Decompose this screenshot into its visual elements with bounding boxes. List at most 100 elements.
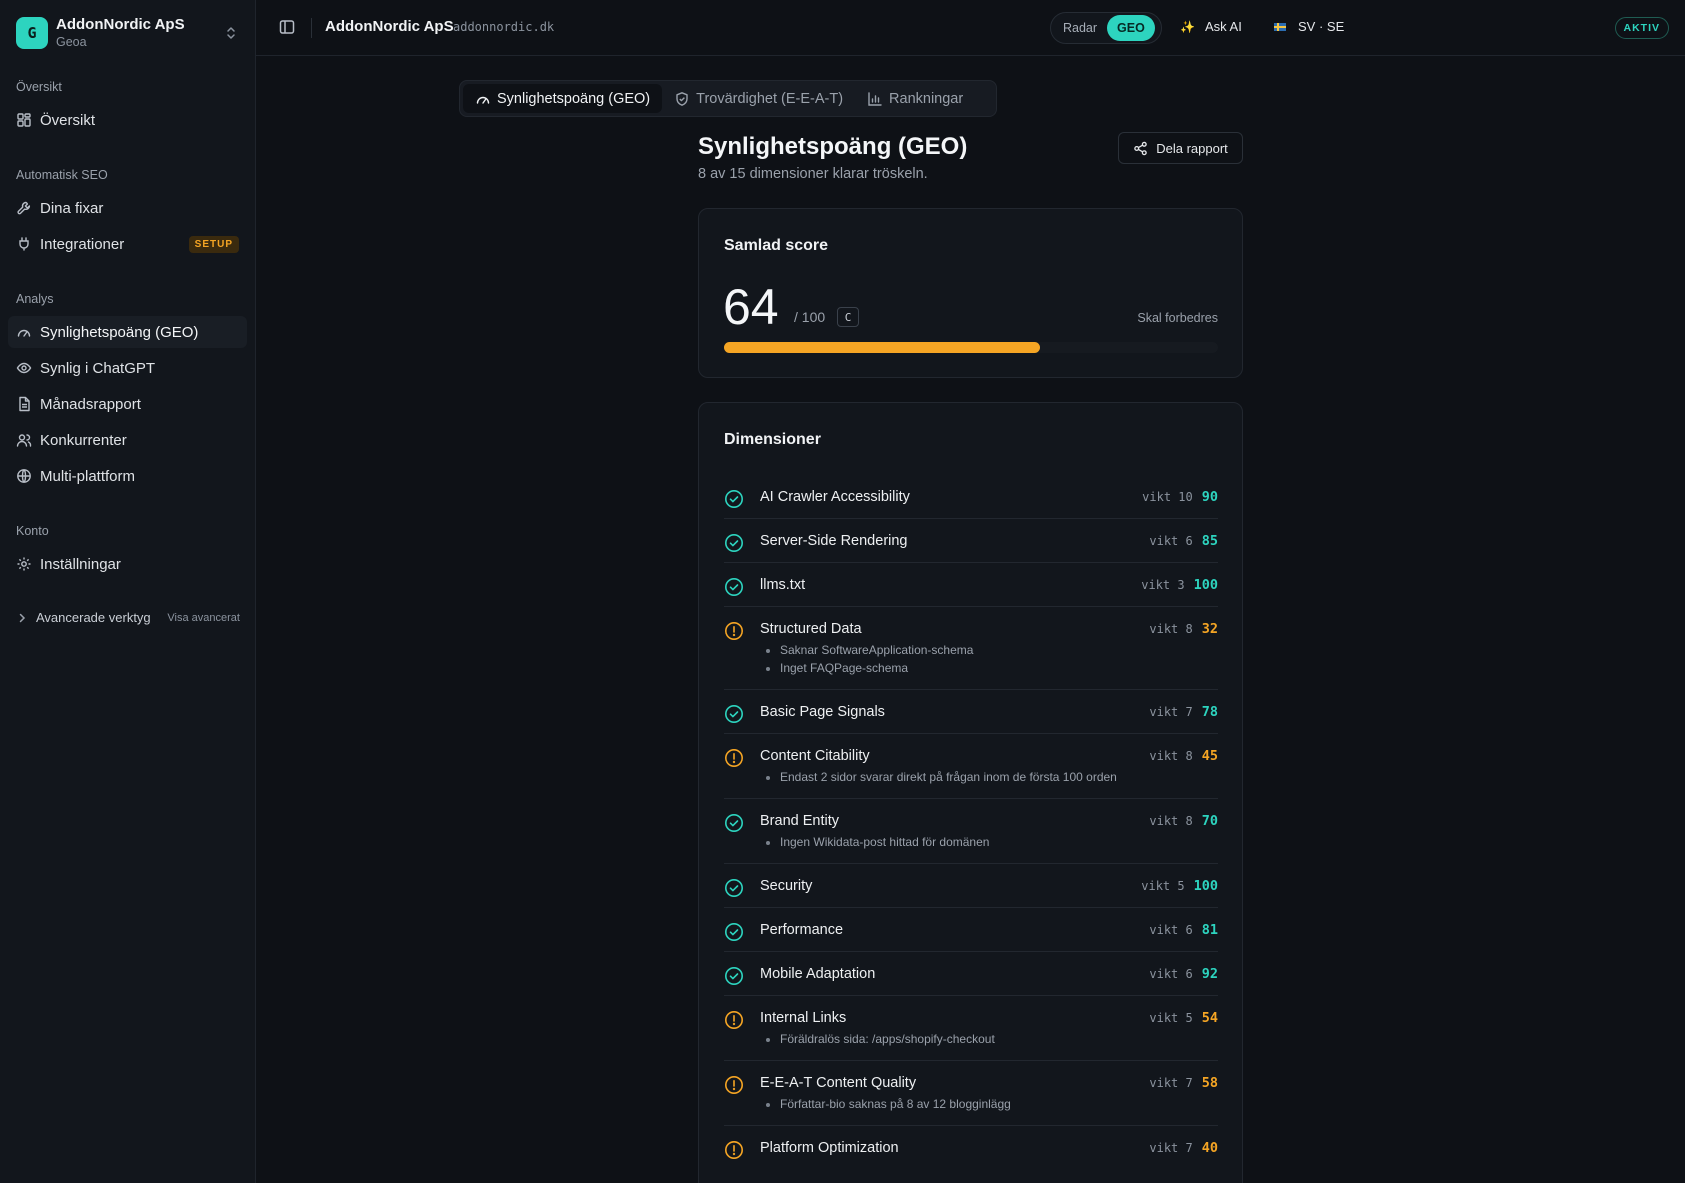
dimension-issues: Föräldralös sida: /apps/shopify-checkout [760,1030,1218,1048]
dimension-score: 32 [1201,621,1218,637]
dimension-score: 90 [1201,489,1218,505]
share-report-button[interactable]: Dela rapport [1118,132,1243,164]
show-advanced-link[interactable]: Visa avancerat [167,612,240,624]
dimension-metrics: vikt 5 100 [1141,878,1218,894]
sidebar-item-label: Synlig i ChatGPT [40,359,156,377]
check-circle-icon [724,704,744,724]
dimension-metrics: vikt 3 100 [1141,577,1218,593]
share-label: Dela rapport [1156,140,1228,156]
dimension-metrics: vikt 10 90 [1142,489,1218,505]
dimension-score: 100 [1193,878,1218,894]
tab-trovardighet[interactable]: Trovärdighet (E-E-A-T) [662,84,855,113]
dimension-issues: Författar-bio saknas på 8 av 12 blogginl… [760,1095,1218,1113]
section-label-oversikt: Översikt [16,80,62,94]
section-label-konto: Konto [16,524,49,538]
check-circle-icon [724,922,744,942]
ask-ai-button[interactable]: ✨ Ask AI [1180,19,1242,34]
sidebar-item-dina-fixar[interactable]: Dina fixar [8,192,247,224]
setup-badge: SETUP [188,235,239,253]
dimension-score: 70 [1201,813,1218,829]
dimension-metrics: vikt 5 54 [1149,1010,1218,1026]
dimension-row: E-E-A-T Content Quality vikt 7 58 Författar… [724,1061,1218,1126]
chevron-right-icon [16,612,28,624]
issue-item: Saknar SoftwareApplication-schema [760,641,1218,659]
ask-ai-label: Ask AI [1204,19,1242,34]
mode-toggle: Radar GEO [1050,12,1162,44]
dimension-row: Internal Links vikt 5 54 Föräldralös sida: … [724,996,1218,1061]
dimension-weight: vikt 6 [1149,534,1193,548]
topbar-divider [311,18,312,38]
dimension-weight: vikt 10 [1142,490,1193,504]
tab-label: Trovärdighet (E-E-A-T) [696,90,844,107]
gauge-icon [16,324,32,340]
tab-label: Synlighetspoäng (GEO) [497,90,651,107]
tab-synlighetspoang[interactable]: Synlighetspoäng (GEO) [463,84,663,113]
sidebar-item-synlighetspoang[interactable]: Synlighetspoäng (GEO) [8,316,247,348]
dimension-weight: vikt 8 [1149,622,1193,636]
dimension-weight: vikt 7 [1149,1076,1193,1090]
section-label-analys: Analys [16,292,54,306]
score-status: Skal forbedres [1137,311,1218,325]
dimension-weight: vikt 7 [1149,1141,1193,1155]
sidebar-item-konkurrenter[interactable]: Konkurrenter [8,424,247,456]
dimension-metrics: vikt 6 81 [1149,922,1218,938]
gear-icon [16,556,32,572]
org-logo: G [16,17,48,49]
tab-rankningar[interactable]: Rankningar [855,84,975,113]
issue-item: Författar-bio saknas på 8 av 12 blogginl… [760,1095,1218,1113]
dimension-weight: vikt 5 [1149,1011,1193,1025]
mode-radar[interactable]: Radar [1053,15,1107,41]
page-subtitle: 8 av 15 dimensioner klarar tröskeln. [698,166,928,182]
dimension-row: Basic Page Signals vikt 7 78 [724,690,1218,734]
dimension-metrics: vikt 8 45 [1149,748,1218,764]
report-tabs: Synlighetspoäng (GEO) Trovärdighet (E-E-… [459,80,997,117]
dimension-metrics: vikt 7 78 [1149,704,1218,720]
sweden-flag-icon [1274,22,1286,31]
dimension-weight: vikt 5 [1141,879,1185,893]
dimension-row: Content Citability vikt 8 45 Endast 2 sidor… [724,734,1218,799]
topbar: AddonNordic ApS addonnordic.dk Radar GEO… [256,0,1685,56]
sidebar-item-synlig-i-chatgpt[interactable]: Synlig i ChatGPT [8,352,247,384]
bar-chart-icon [867,91,883,107]
dimensions-card: Dimensioner AI Crawler Accessibility vikt… [698,402,1243,1183]
dimension-metrics: vikt 6 85 [1149,533,1218,549]
sidebar: G AddonNordic ApS Geoa Översikt Översikt… [0,0,256,1183]
eye-icon [16,360,32,376]
dimension-metrics: vikt 8 32 [1149,621,1218,637]
dimension-score: 45 [1201,748,1218,764]
dimension-score: 81 [1201,922,1218,938]
issue-item: Ingen Wikidata-post hittad för domänen [760,833,1218,851]
advanced-tools-label: Avancerade verktyg [36,610,151,625]
sidebar-item-manadsrapport[interactable]: Månadsrapport [8,388,247,420]
score-card-title: Samlad score [724,237,829,254]
sidebar-item-multi-plattform[interactable]: Multi-plattform [8,460,247,492]
chevron-updown-icon[interactable] [223,23,239,43]
org-name: AddonNordic ApS [56,16,185,33]
dimension-weight: vikt 6 [1149,923,1193,937]
org-switcher[interactable]: G AddonNordic ApS Geoa [16,16,239,50]
sidebar-item-label: Översikt [40,111,96,129]
plug-icon [16,236,32,252]
sidebar-item-label: Synlighetspoäng (GEO) [40,323,199,341]
alert-circle-icon [724,621,744,641]
check-circle-icon [724,533,744,553]
dimension-score: 58 [1201,1075,1218,1091]
sidebar-item-integrationer[interactable]: Integrationer SETUP [8,228,247,260]
alert-circle-icon [724,1010,744,1030]
check-circle-icon [724,813,744,833]
sparkle-icon: ✨ [1180,19,1195,34]
advanced-tools-toggle[interactable]: Avancerade verktyg Visa avancerat [16,610,240,625]
sidebar-item-installningar[interactable]: Inställningar [8,548,247,580]
dashboard-icon [16,112,32,128]
score-value: 64 [723,279,779,335]
mode-geo[interactable]: GEO [1107,15,1155,41]
sidebar-toggle-icon[interactable] [278,18,296,36]
dimension-score: 92 [1201,966,1218,982]
issue-item: Inget FAQPage-schema [760,659,1218,677]
dimension-score: 100 [1193,577,1218,593]
language-label: SV · SE [1298,19,1345,34]
sidebar-item-oversikt[interactable]: Översikt [8,104,247,136]
status-badge: AKTIV [1614,17,1669,39]
dimension-row: AI Crawler Accessibility vikt 10 90 [724,475,1218,519]
language-selector[interactable]: SV · SE [1274,19,1344,34]
